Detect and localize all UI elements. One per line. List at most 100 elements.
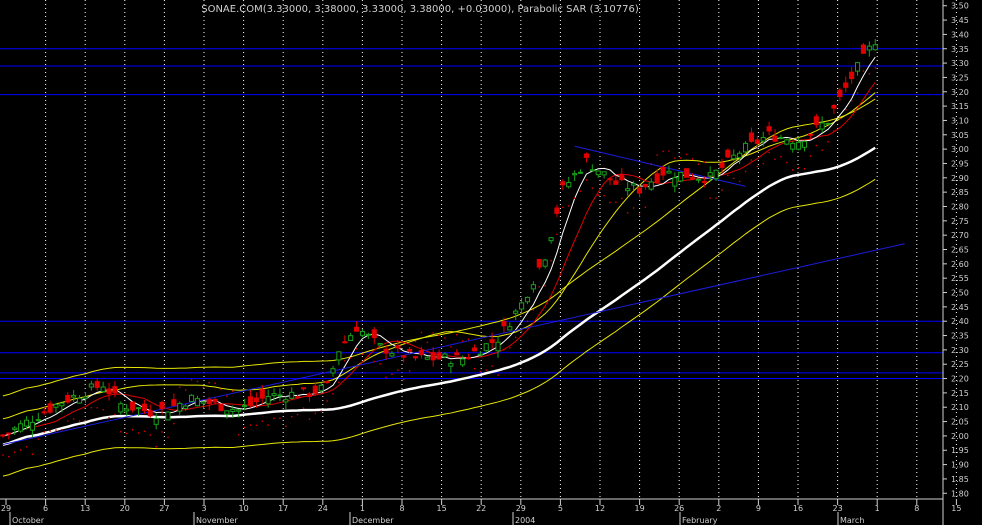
horizontal-levels	[0, 48, 943, 380]
sar-dot	[450, 346, 452, 348]
candle-body	[507, 326, 513, 331]
candle-body	[383, 348, 389, 354]
candle-body	[595, 170, 601, 176]
candle-body	[436, 352, 442, 360]
sar-dot	[426, 341, 429, 344]
candle-body	[589, 169, 595, 172]
candle-body	[719, 162, 725, 168]
candlesticks	[0, 39, 878, 440]
sar-dot	[709, 197, 711, 199]
candle-body	[407, 348, 413, 352]
candle-body	[130, 401, 136, 411]
candle-body	[71, 394, 77, 398]
candle-body	[342, 341, 348, 344]
sar-dot	[249, 424, 252, 426]
x-tick-label: 8	[914, 504, 919, 513]
sar-dot	[791, 169, 794, 171]
axes	[0, 0, 944, 525]
candle-body	[77, 397, 83, 404]
sar-dot	[473, 367, 476, 370]
candle-body	[65, 394, 71, 403]
sar-dot	[66, 420, 69, 422]
sar-dot	[562, 206, 564, 209]
candle-body	[218, 403, 224, 412]
price-chart: 1.80 1.85 1.90 1.95 2.00 2.05 2.10 2.15 2.20 2.25…	[0, 0, 969, 525]
sar-dot	[120, 430, 122, 433]
sar-dot	[155, 445, 157, 448]
candle-body	[53, 403, 59, 408]
candle-body	[312, 385, 318, 394]
sar-dot	[774, 158, 776, 161]
sar-dot	[432, 332, 434, 334]
month-label: February	[682, 516, 718, 525]
sar-dot	[461, 340, 464, 342]
sar-dot	[786, 161, 788, 164]
sar-dot	[821, 149, 823, 151]
y-tick-label: 2.70	[951, 231, 969, 240]
y-tick-label: 2.30	[951, 346, 969, 355]
candle-body	[784, 139, 790, 145]
candle-body	[442, 353, 448, 358]
sar-dot	[703, 161, 706, 163]
candle-body	[177, 402, 183, 412]
sar-dot	[290, 415, 293, 418]
sar-dot	[55, 429, 57, 431]
sar-dot	[161, 431, 163, 433]
y-tick-label: 1.95	[951, 446, 969, 455]
sar-dot	[662, 150, 664, 153]
sar-dot	[455, 333, 458, 336]
candle-body	[212, 398, 218, 403]
candle-body	[678, 171, 684, 182]
sar-dot	[125, 432, 128, 435]
sar-dot	[780, 155, 782, 158]
candle-body	[495, 341, 501, 352]
month-label: November	[196, 516, 238, 525]
candle-body	[424, 356, 430, 360]
candle-body	[519, 302, 525, 310]
vertical-grid	[45, 0, 957, 499]
candle-body	[283, 399, 289, 403]
sar-dot	[844, 108, 847, 111]
sar-dot	[414, 340, 417, 343]
long-moving-average-line	[2, 146, 876, 446]
candle-body	[619, 173, 625, 181]
y-tick-label: 2.50	[951, 289, 969, 298]
candle-body	[560, 181, 566, 186]
candle-body	[224, 410, 230, 415]
sar-dot	[856, 92, 859, 94]
candle-body	[230, 408, 236, 412]
y-tick-label: 1.90	[951, 461, 969, 470]
sar-dot	[314, 412, 317, 415]
sar-dot	[61, 428, 63, 431]
candle-body	[530, 284, 536, 290]
sar-dot	[874, 67, 877, 69]
y-tick-label: 3.30	[951, 59, 969, 68]
candle-body	[471, 347, 478, 352]
sar-dot	[585, 179, 588, 181]
candle-body	[760, 137, 766, 142]
candle-body	[701, 180, 707, 183]
sar-dot	[862, 70, 865, 72]
sar-dot	[72, 418, 75, 420]
candle-body	[348, 335, 354, 341]
sar-dot	[738, 180, 741, 183]
candle-body	[672, 177, 678, 187]
parabolic-sar-dots	[2, 67, 877, 458]
sar-dot	[296, 413, 299, 416]
candle-body	[88, 383, 94, 388]
month-label: December	[352, 516, 394, 525]
sar-dot	[19, 449, 22, 451]
sar-dot	[131, 428, 134, 431]
sar-dot	[732, 177, 735, 180]
y-tick-label: 3.15	[951, 102, 969, 111]
candle-body	[872, 44, 878, 51]
y-tick-label: 2.10	[951, 403, 969, 412]
sar-dot	[226, 395, 228, 398]
sar-dot	[809, 155, 812, 157]
sar-dot	[397, 369, 399, 372]
sar-dot	[638, 213, 641, 216]
candle-body	[318, 384, 324, 392]
candle-body	[183, 405, 189, 410]
candle-body	[206, 398, 212, 404]
candle-body	[860, 44, 866, 54]
